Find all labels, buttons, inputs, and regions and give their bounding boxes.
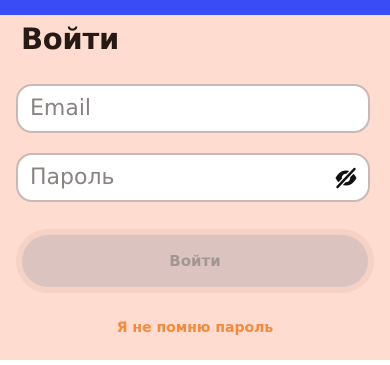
email-field: [16, 84, 370, 133]
login-button-wrap: Войти: [16, 229, 374, 293]
login-panel: Войти Войти Я не помню пароль: [0, 15, 390, 360]
password-field: [16, 153, 370, 202]
top-bar: [0, 0, 390, 15]
eye-off-icon[interactable]: [334, 166, 358, 190]
password-input[interactable]: [30, 155, 340, 200]
forgot-password-link[interactable]: Я не помню пароль: [0, 320, 390, 336]
page-title: Войти: [21, 22, 119, 56]
email-input[interactable]: [30, 86, 340, 131]
login-button[interactable]: Войти: [22, 235, 368, 287]
